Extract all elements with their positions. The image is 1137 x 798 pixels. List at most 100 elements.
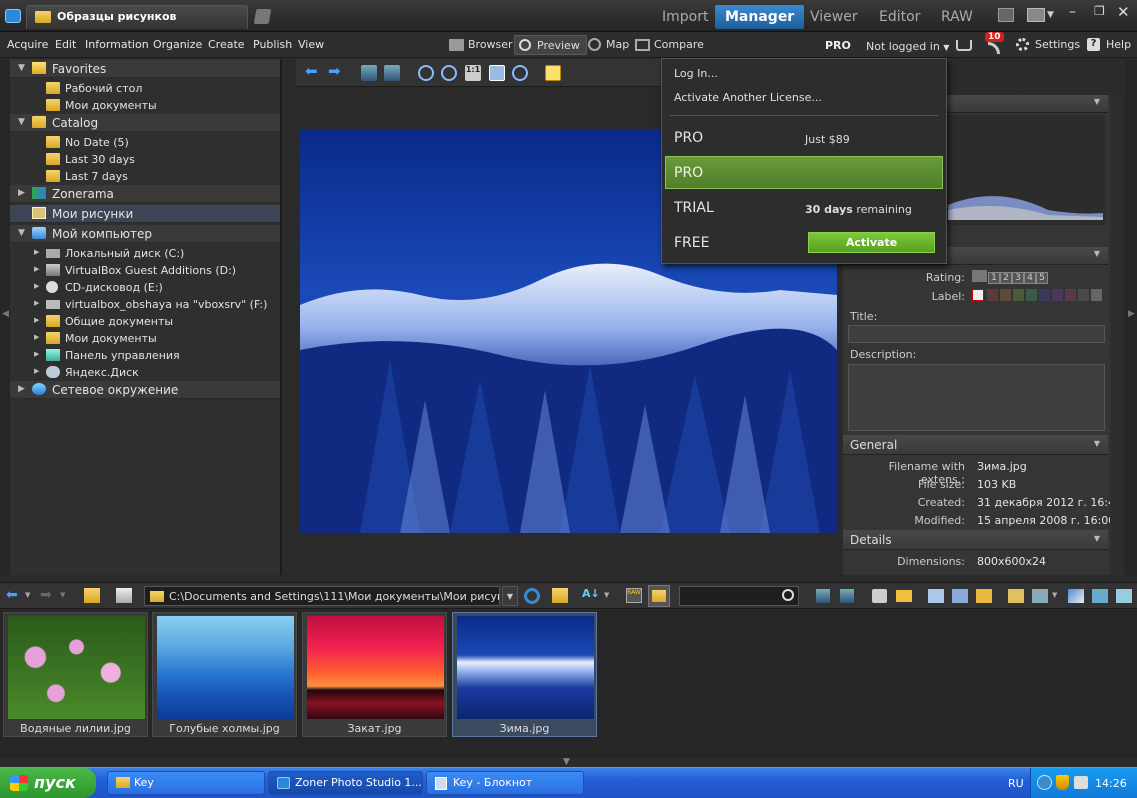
batch-icon[interactable]: [1008, 589, 1024, 603]
pro-badge[interactable]: PRO: [825, 39, 851, 52]
settings-button[interactable]: Settings: [1035, 38, 1080, 51]
activate-button[interactable]: Activate: [808, 232, 935, 253]
menu-information[interactable]: Information: [85, 38, 149, 51]
thumbnail-item[interactable]: Водяные лилии.jpg: [3, 612, 148, 737]
collapse-icon[interactable]: ▼: [18, 63, 25, 73]
license-pro[interactable]: PRO: [674, 130, 703, 146]
search-icon[interactable]: [782, 589, 794, 601]
start-button[interactable]: пуск: [0, 768, 96, 798]
tree-item-no-date[interactable]: No Date (5): [10, 134, 280, 151]
print-icon[interactable]: [872, 589, 887, 603]
sort-icon[interactable]: A↓: [582, 587, 600, 600]
package-icon[interactable]: [976, 589, 992, 603]
expand-icon[interactable]: ▶: [34, 316, 39, 324]
rotate-left-icon[interactable]: [816, 589, 830, 603]
search-input[interactable]: [679, 586, 799, 606]
mode-editor[interactable]: Editor: [869, 5, 930, 29]
gear-icon[interactable]: [1016, 38, 1029, 51]
edit-icon[interactable]: [253, 9, 272, 24]
task-zoner[interactable]: Zoner Photo Studio 1...: [268, 771, 423, 795]
app-icon[interactable]: [5, 9, 21, 23]
chevron-down-icon[interactable]: ▼: [604, 591, 609, 599]
task-key-folder[interactable]: Key: [107, 771, 265, 795]
tree-item-my-documents-2[interactable]: ▶ Мои документы: [10, 330, 280, 347]
tree-catalog[interactable]: ▼ Catalog: [10, 114, 280, 132]
tree-item-desktop[interactable]: Рабочий стол: [10, 80, 280, 97]
tree-favorites[interactable]: ▼ Favorites: [10, 60, 280, 78]
license-trial[interactable]: TRIAL: [674, 200, 714, 216]
layout-icon[interactable]: [1027, 8, 1045, 22]
menu-create[interactable]: Create: [208, 38, 245, 51]
rotate-right-icon[interactable]: [384, 65, 400, 81]
label-swatch[interactable]: [1000, 289, 1011, 301]
zoom-out-icon[interactable]: [441, 65, 457, 81]
rotate-right-icon[interactable]: [840, 589, 854, 603]
mode-import[interactable]: Import: [652, 5, 718, 29]
mode-viewer[interactable]: Viewer: [800, 5, 868, 29]
label-swatch[interactable]: [1026, 289, 1037, 301]
expand-icon[interactable]: ▶: [34, 282, 39, 290]
expand-icon[interactable]: ▶: [34, 248, 39, 256]
tree-item-control-panel[interactable]: ▶ Панель управления: [10, 347, 280, 364]
expand-icon[interactable]: ▶: [34, 367, 39, 375]
notification-badge[interactable]: 10: [985, 32, 1004, 42]
folders-toggle-button[interactable]: [648, 585, 670, 607]
tree-zonerama[interactable]: ▶ Zonerama: [10, 185, 280, 203]
zoom-fit-icon[interactable]: [512, 65, 528, 81]
rating-star[interactable]: 2: [1000, 272, 1012, 284]
zoom-in-icon[interactable]: [418, 65, 434, 81]
title-input[interactable]: [848, 325, 1105, 343]
nav-map[interactable]: Map: [584, 35, 635, 55]
tree-my-pictures[interactable]: Мои рисунки: [10, 205, 280, 223]
login-item[interactable]: Log In...: [674, 67, 718, 80]
speaker-icon[interactable]: [1074, 776, 1088, 789]
edit-image-icon[interactable]: [1068, 589, 1084, 603]
label-swatch[interactable]: [1091, 289, 1102, 301]
tree-item-my-documents[interactable]: Мои документы: [10, 97, 280, 114]
expand-icon[interactable]: ▶: [18, 188, 25, 198]
forward-arrow-icon[interactable]: ➡: [40, 587, 52, 603]
new-folder-icon[interactable]: [116, 588, 132, 603]
mode-raw[interactable]: RAW: [931, 5, 983, 29]
email-icon[interactable]: [896, 590, 912, 602]
refresh-icon[interactable]: [524, 588, 540, 604]
tree-my-computer[interactable]: ▼ Мой компьютер: [10, 225, 280, 243]
thumbnail-item[interactable]: Голубые холмы.jpg: [152, 612, 297, 737]
expand-icon[interactable]: ▶: [34, 333, 39, 341]
expand-icon[interactable]: ▶: [34, 299, 39, 307]
monitor-icon[interactable]: [998, 8, 1014, 22]
task-notepad[interactable]: Key - Блокнот: [426, 771, 584, 795]
fit-to-window-icon[interactable]: [489, 65, 505, 81]
tree-network[interactable]: ▶ Сетевое окружение: [10, 381, 280, 399]
path-dropdown-button[interactable]: ▼: [502, 586, 518, 606]
expand-icon[interactable]: ▶: [34, 265, 39, 273]
expand-icon[interactable]: ▶: [34, 350, 39, 358]
tree-item-last-7-days[interactable]: Last 7 days: [10, 168, 280, 185]
description-input[interactable]: [848, 364, 1105, 431]
forward-arrow-icon[interactable]: ➡: [328, 62, 344, 80]
menu-view[interactable]: View: [298, 38, 324, 51]
language-indicator[interactable]: RU: [1008, 777, 1024, 790]
label-swatch[interactable]: [1052, 289, 1063, 301]
tree-item-last-30-days[interactable]: Last 30 days: [10, 151, 280, 168]
back-tray-icon[interactable]: [1037, 775, 1052, 790]
minimize-icon[interactable]: –: [1069, 4, 1076, 20]
tree-item-drive-e[interactable]: ▶ CD-дисковод (E:): [10, 279, 280, 296]
clear-rating-icon[interactable]: [972, 270, 987, 282]
chevron-down-icon[interactable]: ▼: [1052, 591, 1057, 599]
label-swatch[interactable]: [1013, 289, 1024, 301]
folder-up-icon[interactable]: [84, 588, 100, 603]
help-button[interactable]: Help: [1106, 38, 1131, 51]
tools-icon[interactable]: [1032, 589, 1048, 603]
slideshow-icon[interactable]: [545, 65, 561, 81]
label-swatch[interactable]: [1039, 289, 1050, 301]
mode-manager[interactable]: Manager: [715, 5, 805, 29]
menu-edit[interactable]: Edit: [55, 38, 76, 51]
shield-icon[interactable]: [1056, 775, 1069, 790]
view-mode-icon[interactable]: [1116, 589, 1132, 603]
tree-item-shared-documents[interactable]: ▶ Общие документы: [10, 313, 280, 330]
right-panel-edge[interactable]: ▶: [1125, 59, 1137, 575]
nav-preview[interactable]: Preview: [514, 35, 587, 55]
nav-compare[interactable]: Compare: [632, 35, 710, 55]
tree-item-drive-d[interactable]: ▶ VirtualBox Guest Additions (D:): [10, 262, 280, 279]
